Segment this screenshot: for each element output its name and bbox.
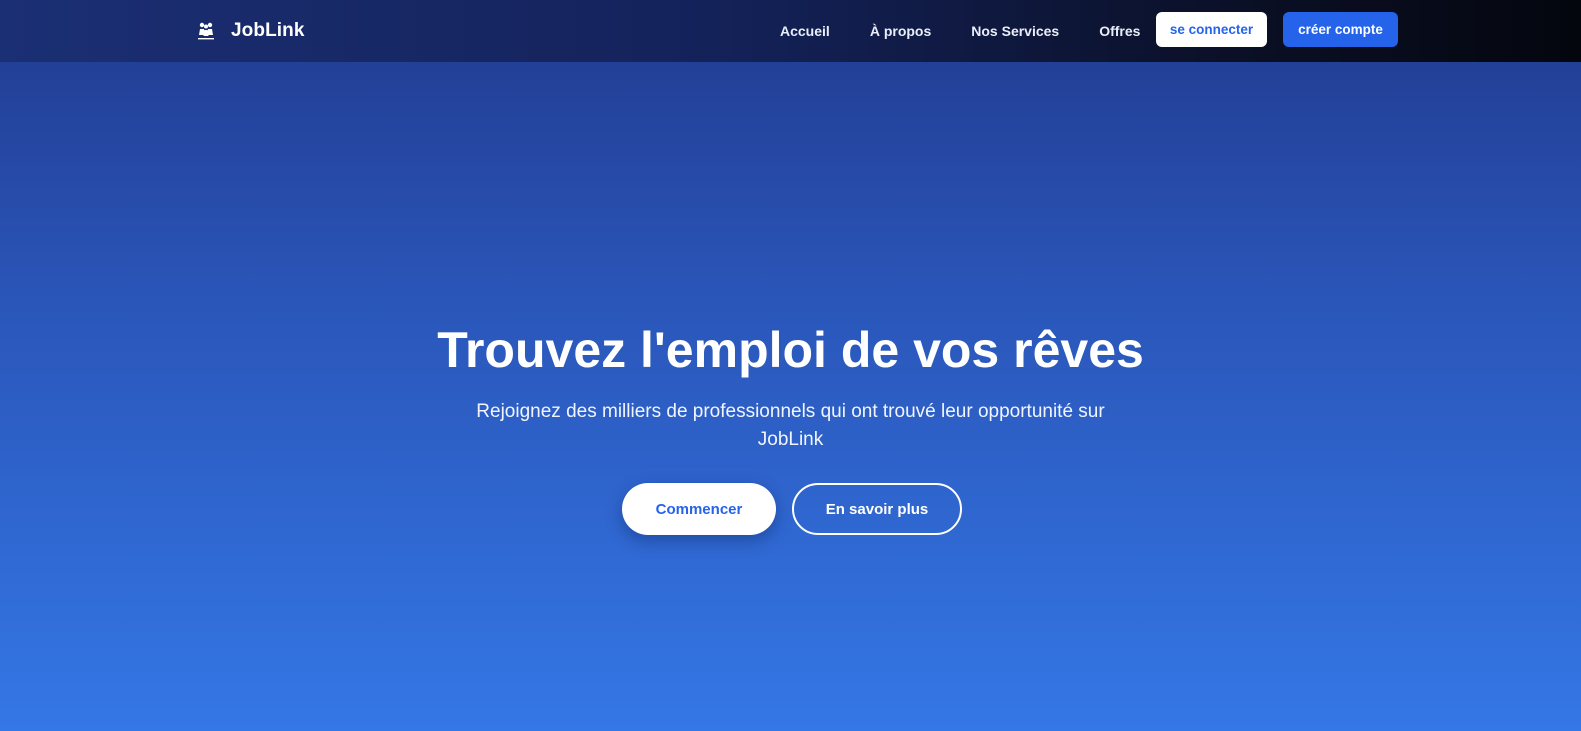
signup-button[interactable]: créer compte bbox=[1283, 12, 1398, 47]
hero-buttons: Commencer En savoir plus bbox=[0, 483, 1581, 535]
hero-section: Trouvez l'emploi de vos rêves Rejoignez … bbox=[0, 62, 1581, 731]
login-button[interactable]: se connecter bbox=[1156, 12, 1267, 47]
hero-subtitle: Rejoignez des milliers de professionnels… bbox=[476, 401, 1105, 450]
learn-more-button[interactable]: En savoir plus bbox=[792, 483, 962, 535]
navbar: JobLink Accueil À propos Nos Services Of… bbox=[0, 0, 1581, 62]
brand[interactable]: JobLink bbox=[195, 0, 305, 62]
brand-name: JobLink bbox=[231, 20, 305, 41]
people-group-logo-icon bbox=[195, 20, 217, 42]
nav-link-accueil[interactable]: Accueil bbox=[760, 23, 850, 39]
nav-link-nos-services[interactable]: Nos Services bbox=[951, 23, 1079, 39]
nav-links: Accueil À propos Nos Services Offres bbox=[760, 0, 1160, 62]
landing-page: JobLink Accueil À propos Nos Services Of… bbox=[0, 0, 1581, 731]
start-button[interactable]: Commencer bbox=[622, 483, 776, 535]
nav-link-a-propos[interactable]: À propos bbox=[850, 23, 951, 39]
hero-title: Trouvez l'emploi de vos rêves bbox=[437, 322, 1144, 378]
nav-link-offres[interactable]: Offres bbox=[1079, 23, 1160, 39]
